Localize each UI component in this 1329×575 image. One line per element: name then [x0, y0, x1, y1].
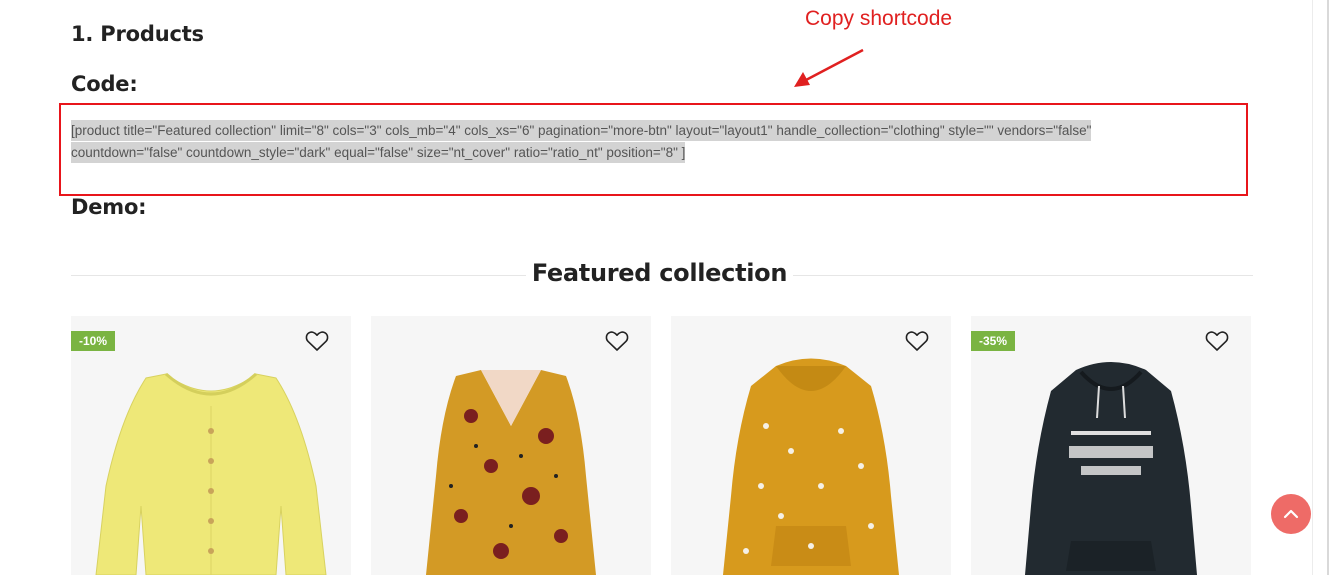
- shortcode-text[interactable]: [product title="Featured collection" lim…: [71, 120, 1211, 164]
- product-card[interactable]: -10%: [71, 316, 351, 575]
- page-edge: [1312, 0, 1329, 575]
- code-heading: Code:: [71, 72, 138, 96]
- product-image[interactable]: [671, 356, 951, 575]
- heart-icon[interactable]: [605, 330, 629, 352]
- chevron-up-icon: [1283, 509, 1299, 519]
- discount-badge: -10%: [71, 331, 116, 351]
- product-card[interactable]: -35%: [971, 316, 1251, 575]
- shortcode-line-2[interactable]: countdown="false" countdown_style="dark"…: [71, 142, 686, 163]
- divider-left: [71, 275, 526, 276]
- product-image[interactable]: [371, 356, 651, 575]
- discount-badge: -35%: [971, 331, 1016, 351]
- product-image[interactable]: [71, 356, 351, 575]
- annotation-label: Copy shortcode: [805, 7, 953, 30]
- product-image[interactable]: [971, 356, 1251, 575]
- collection-title: Featured collection: [531, 259, 788, 287]
- divider-right: [793, 275, 1253, 276]
- annotation-arrow-icon: [794, 48, 864, 87]
- back-to-top-button[interactable]: [1271, 494, 1311, 534]
- shortcode-line-1[interactable]: [product title="Featured collection" lim…: [71, 120, 1092, 141]
- product-card[interactable]: [371, 316, 651, 575]
- heart-icon[interactable]: [1205, 330, 1229, 352]
- section-heading: 1. Products: [71, 22, 204, 46]
- demo-heading: Demo:: [71, 195, 147, 219]
- heart-icon[interactable]: [305, 330, 329, 352]
- heart-icon[interactable]: [905, 330, 929, 352]
- product-card[interactable]: [671, 316, 951, 575]
